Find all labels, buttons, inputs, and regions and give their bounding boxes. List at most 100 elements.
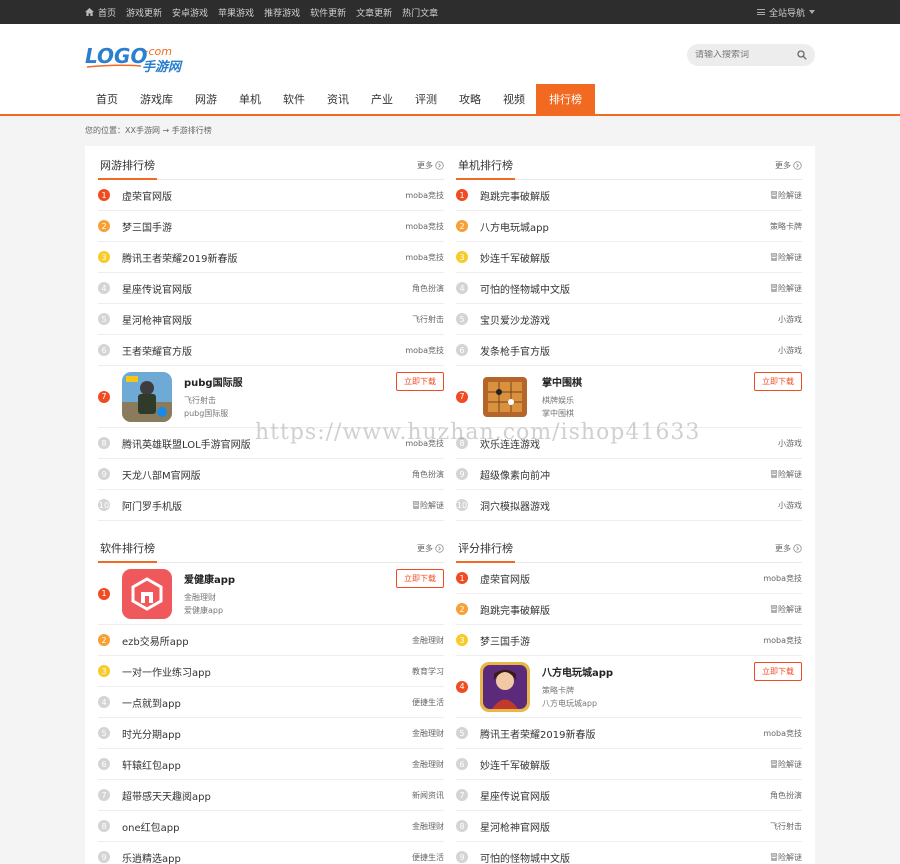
ranking-row[interactable]: 3 梦三国手游 moba竞技 — [456, 625, 802, 656]
item-name[interactable]: 妙连千军破解版 — [480, 250, 550, 265]
item-name[interactable]: 星河枪神官网版 — [480, 819, 550, 834]
item-name[interactable]: 超带感天天趣阅app — [122, 788, 211, 803]
ranking-row[interactable]: 1 虚荣官网版 moba竞技 — [456, 563, 802, 594]
top-link-ios-games[interactable]: 苹果游戏 — [218, 6, 254, 19]
ranking-row[interactable]: 6 妙连千军破解版 冒险解谜 — [456, 749, 802, 780]
ranking-row[interactable]: 9 乐逍精选app 便捷生活 — [98, 842, 444, 864]
ranking-row[interactable]: 8 欢乐连连游戏 小游戏 — [456, 428, 802, 459]
ranking-row[interactable]: 9 天龙八部M官网版 角色扮演 — [98, 459, 444, 490]
ranking-row[interactable]: 9 超级像素向前冲 冒险解谜 — [456, 459, 802, 490]
ranking-row[interactable]: 10 洞穴模拟器游戏 小游戏 — [456, 490, 802, 521]
item-name[interactable]: 时光分期app — [122, 726, 181, 741]
home-icon[interactable] — [85, 8, 94, 16]
download-button[interactable]: 立即下载 — [396, 569, 444, 588]
item-name[interactable]: 轩辕红包app — [122, 757, 181, 772]
item-name[interactable]: 星河枪神官网版 — [122, 312, 192, 327]
item-name[interactable]: 超级像素向前冲 — [480, 467, 550, 482]
ranking-row[interactable]: 4 可怕的怪物城中文版 冒险解谜 — [456, 273, 802, 304]
featured-item[interactable]: 7 掌中围棋 棋牌娱乐 掌中围棋 立即下载 — [456, 366, 802, 428]
nav-item-home[interactable]: 首页 — [85, 84, 129, 116]
item-name[interactable]: 虚荣官网版 — [480, 571, 530, 586]
nav-item-videos[interactable]: 视频 — [492, 84, 536, 116]
item-name[interactable]: 可怕的怪物城中文版 — [480, 850, 570, 864]
ranking-row[interactable]: 2 八方电玩城app 策略卡牌 — [456, 211, 802, 242]
ranking-row[interactable]: 4 一点就到app 便捷生活 — [98, 687, 444, 718]
nav-item-game-library[interactable]: 游戏库 — [129, 84, 184, 116]
ranking-row[interactable]: 5 腾讯王者荣耀2019新春版 moba竞技 — [456, 718, 802, 749]
featured-item[interactable]: 1 爱健康app 金融理财 爱健康app 立即下载 — [98, 563, 444, 625]
site-logo[interactable]: LOGO ·com 手游网 — [85, 42, 195, 74]
item-name[interactable]: 欢乐连连游戏 — [480, 436, 540, 451]
ranking-row[interactable]: 4 星座传说官网版 角色扮演 — [98, 273, 444, 304]
item-name[interactable]: 妙连千军破解版 — [480, 757, 550, 772]
item-name[interactable]: 跑跳完事破解版 — [480, 602, 550, 617]
more-link[interactable]: 更多 — [417, 543, 444, 562]
nav-item-software[interactable]: 软件 — [272, 84, 316, 116]
download-button[interactable]: 立即下载 — [754, 662, 802, 681]
item-name[interactable]: 星座传说官网版 — [480, 788, 550, 803]
ranking-row[interactable]: 9 可怕的怪物城中文版 冒险解谜 — [456, 842, 802, 864]
item-name[interactable]: 梦三国手游 — [122, 219, 172, 234]
top-link-game-update[interactable]: 游戏更新 — [126, 6, 162, 19]
search-input[interactable] — [695, 50, 791, 60]
ranking-row[interactable]: 2 梦三国手游 moba竞技 — [98, 211, 444, 242]
item-name[interactable]: 宝贝爱沙龙游戏 — [480, 312, 550, 327]
nav-item-reviews[interactable]: 评测 — [404, 84, 448, 116]
ranking-row[interactable]: 6 王者荣耀官方版 moba竞技 — [98, 335, 444, 366]
site-nav-dropdown[interactable]: 全站导航 — [756, 0, 815, 24]
item-name[interactable]: one红包app — [122, 819, 179, 834]
item-name[interactable]: 王者荣耀官方版 — [122, 343, 192, 358]
pubg-app-icon[interactable] — [122, 371, 172, 422]
item-name[interactable]: ezb交易所app — [122, 633, 189, 648]
featured-name[interactable]: 爱健康app — [184, 571, 235, 586]
go-board-app-icon[interactable] — [480, 371, 530, 422]
nav-item-guides[interactable]: 攻略 — [448, 84, 492, 116]
item-name[interactable]: 一点就到app — [122, 695, 181, 710]
nav-item-single-games[interactable]: 单机 — [228, 84, 272, 116]
item-name[interactable]: 腾讯王者荣耀2019新春版 — [480, 726, 595, 741]
more-link[interactable]: 更多 — [417, 160, 444, 179]
item-name[interactable]: 阿门罗手机版 — [122, 498, 182, 513]
item-name[interactable]: 天龙八部M官网版 — [122, 467, 201, 482]
ranking-row[interactable]: 3 一对一作业练习app 教育学习 — [98, 656, 444, 687]
ranking-row[interactable]: 8 星河枪神官网版 飞行射击 — [456, 811, 802, 842]
featured-name[interactable]: 八方电玩城app — [542, 664, 613, 679]
nav-item-online-games[interactable]: 网游 — [184, 84, 228, 116]
item-name[interactable]: 发条枪手官方版 — [480, 343, 550, 358]
ranking-row[interactable]: 5 星河枪神官网版 飞行射击 — [98, 304, 444, 335]
item-name[interactable]: 虚荣官网版 — [122, 188, 172, 203]
item-name[interactable]: 乐逍精选app — [122, 850, 181, 864]
ranking-row[interactable]: 3 腾讯王者荣耀2019新春版 moba竞技 — [98, 242, 444, 273]
top-link-home[interactable]: 首页 — [98, 6, 116, 19]
ranking-row[interactable]: 2 跑跳完事破解版 冒险解谜 — [456, 594, 802, 625]
top-link-article-update[interactable]: 文章更新 — [356, 6, 392, 19]
ranking-row[interactable]: 1 虚荣官网版 moba竞技 — [98, 180, 444, 211]
search-icon[interactable] — [797, 50, 807, 60]
featured-item[interactable]: 7 pubg国际服 飞行射击 pubg国际服 立即下载 — [98, 366, 444, 428]
top-link-hot-articles[interactable]: 热门文章 — [402, 6, 438, 19]
ranking-row[interactable]: 6 轩辕红包app 金融理财 — [98, 749, 444, 780]
more-link[interactable]: 更多 — [775, 160, 802, 179]
top-link-software-update[interactable]: 软件更新 — [310, 6, 346, 19]
ranking-row[interactable]: 6 发条枪手官方版 小游戏 — [456, 335, 802, 366]
ranking-row[interactable]: 8 腾讯英雄联盟LOL手游官网版 moba竞技 — [98, 428, 444, 459]
ranking-row[interactable]: 5 宝贝爱沙龙游戏 小游戏 — [456, 304, 802, 335]
nav-item-rankings[interactable]: 排行榜 — [536, 84, 595, 116]
ranking-row[interactable]: 10 阿门罗手机版 冒险解谜 — [98, 490, 444, 521]
item-name[interactable]: 八方电玩城app — [480, 219, 549, 234]
featured-item[interactable]: 4 八方电玩城app 策略卡牌 八方电玩城app 立即下载 — [456, 656, 802, 718]
ranking-row[interactable]: 8 one红包app 金融理财 — [98, 811, 444, 842]
ranking-row[interactable]: 1 跑跳完事破解版 冒险解谜 — [456, 180, 802, 211]
more-link[interactable]: 更多 — [775, 543, 802, 562]
ranking-row[interactable]: 2 ezb交易所app 金融理财 — [98, 625, 444, 656]
download-button[interactable]: 立即下载 — [396, 372, 444, 391]
top-link-android-games[interactable]: 安卓游戏 — [172, 6, 208, 19]
item-name[interactable]: 腾讯英雄联盟LOL手游官网版 — [122, 436, 251, 451]
ranking-row[interactable]: 7 星座传说官网版 角色扮演 — [456, 780, 802, 811]
nav-item-news[interactable]: 资讯 — [316, 84, 360, 116]
casino-app-icon[interactable] — [480, 661, 530, 712]
featured-name[interactable]: pubg国际服 — [184, 374, 243, 389]
download-button[interactable]: 立即下载 — [754, 372, 802, 391]
item-name[interactable]: 一对一作业练习app — [122, 664, 211, 679]
ranking-row[interactable]: 3 妙连千军破解版 冒险解谜 — [456, 242, 802, 273]
